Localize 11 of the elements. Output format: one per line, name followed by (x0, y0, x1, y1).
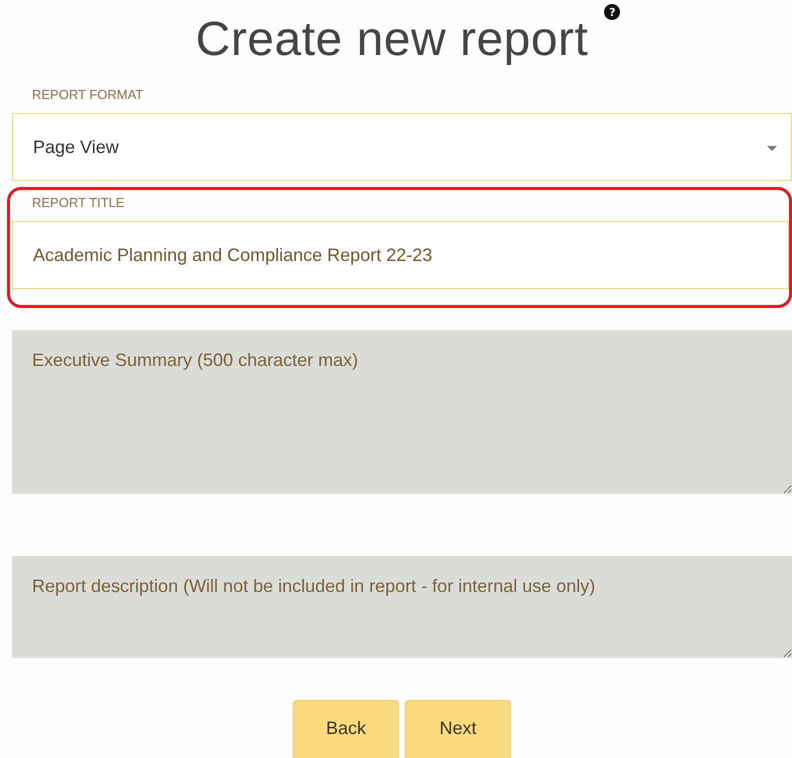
summary-text-area[interactable]: Executive Summary (500 character max) (12, 330, 792, 494)
page-title: Create new report (196, 12, 588, 67)
nav-button[interactable]: Back (293, 700, 399, 758)
format-dropdown[interactable]: Page View (12, 113, 792, 181)
field-label: REPORT TITLE (31, 195, 126, 212)
caret-icon (767, 146, 777, 150)
help-icon[interactable]: ? (604, 4, 620, 20)
nav-button[interactable]: Next (405, 700, 511, 758)
description-text-area[interactable]: Report description (Will not be included in report - for internal use only) (12, 556, 792, 658)
field-label: REPORT FORMAT (31, 87, 144, 104)
title-input-field[interactable]: Academic Planning and Compliance Report 22-23 (12, 221, 789, 289)
